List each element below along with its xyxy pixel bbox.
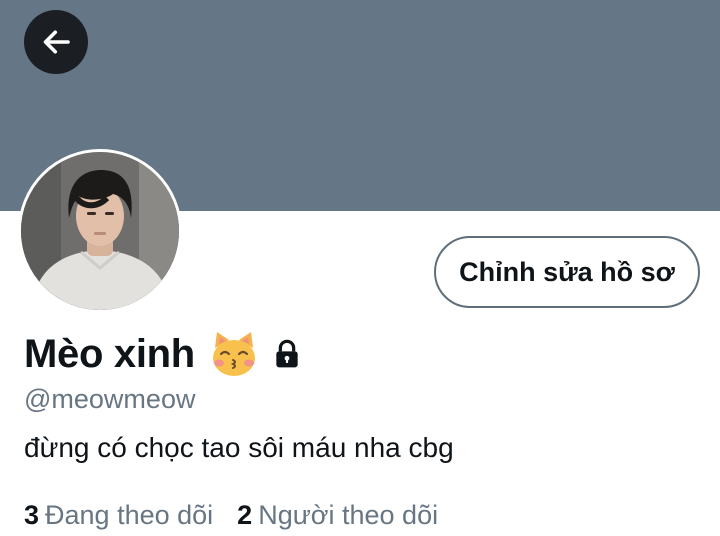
profile-bio: đừng có chọc tao sôi máu nha cbg [24,432,454,463]
arrow-left-icon [43,30,70,54]
username-handle: @meowmeow [24,384,196,414]
avatar[interactable] [18,149,182,313]
follow-stats: 3 Đang theo dõi 2 Người theo dõi [24,500,438,531]
edit-profile-button-label: Chỉnh sửa hồ sơ [459,256,675,287]
display-name: Mèo xinh [24,331,195,376]
followers-stat[interactable]: 2 Người theo dõi [237,500,438,531]
following-label: Đang theo dõi [45,500,214,530]
lock-icon [271,338,303,370]
followers-count: 2 [237,500,253,530]
avatar-photo [21,152,179,310]
followers-label: Người theo dõi [258,500,439,530]
following-stat[interactable]: 3 Đang theo dõi [24,500,213,531]
name-row: Mèo xinh [24,326,303,382]
kissing-cat-emoji-icon [209,330,259,378]
following-count: 3 [24,500,40,530]
back-button[interactable] [24,10,88,74]
edit-profile-button[interactable]: Chỉnh sửa hồ sơ [434,236,700,308]
